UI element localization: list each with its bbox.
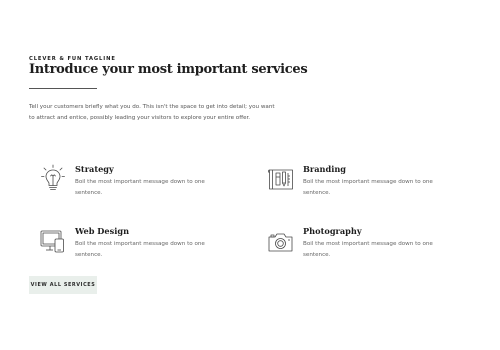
page-title: Introduce your most important services xyxy=(29,62,308,77)
service-description: Boil the most important message down to … xyxy=(303,179,433,196)
service-web-design: Web Design Boil the most important messa… xyxy=(40,226,240,266)
service-branding: Branding Boil the most important message… xyxy=(268,164,468,204)
service-title: Photography xyxy=(303,226,362,236)
lightbulb-icon xyxy=(40,164,66,194)
service-strategy: Strategy Boil the most important message… xyxy=(40,164,240,204)
service-photography: Photography Boil the most important mess… xyxy=(268,226,468,266)
service-description: Boil the most important message down to … xyxy=(75,241,205,258)
view-all-services-button[interactable]: VIEW ALL SERVICES xyxy=(29,276,97,294)
camera-icon xyxy=(268,226,294,256)
service-title: Web Design xyxy=(75,226,130,236)
service-description: Boil the most important message down to … xyxy=(75,179,205,196)
service-title: Strategy xyxy=(75,164,114,174)
blueprint-icon xyxy=(268,164,294,194)
service-title: Branding xyxy=(303,164,347,174)
intro-text: Tell your customers briefly what you do.… xyxy=(29,104,275,121)
service-description: Boil the most important message down to … xyxy=(303,241,433,258)
title-divider xyxy=(29,88,97,89)
devices-icon xyxy=(40,226,66,256)
